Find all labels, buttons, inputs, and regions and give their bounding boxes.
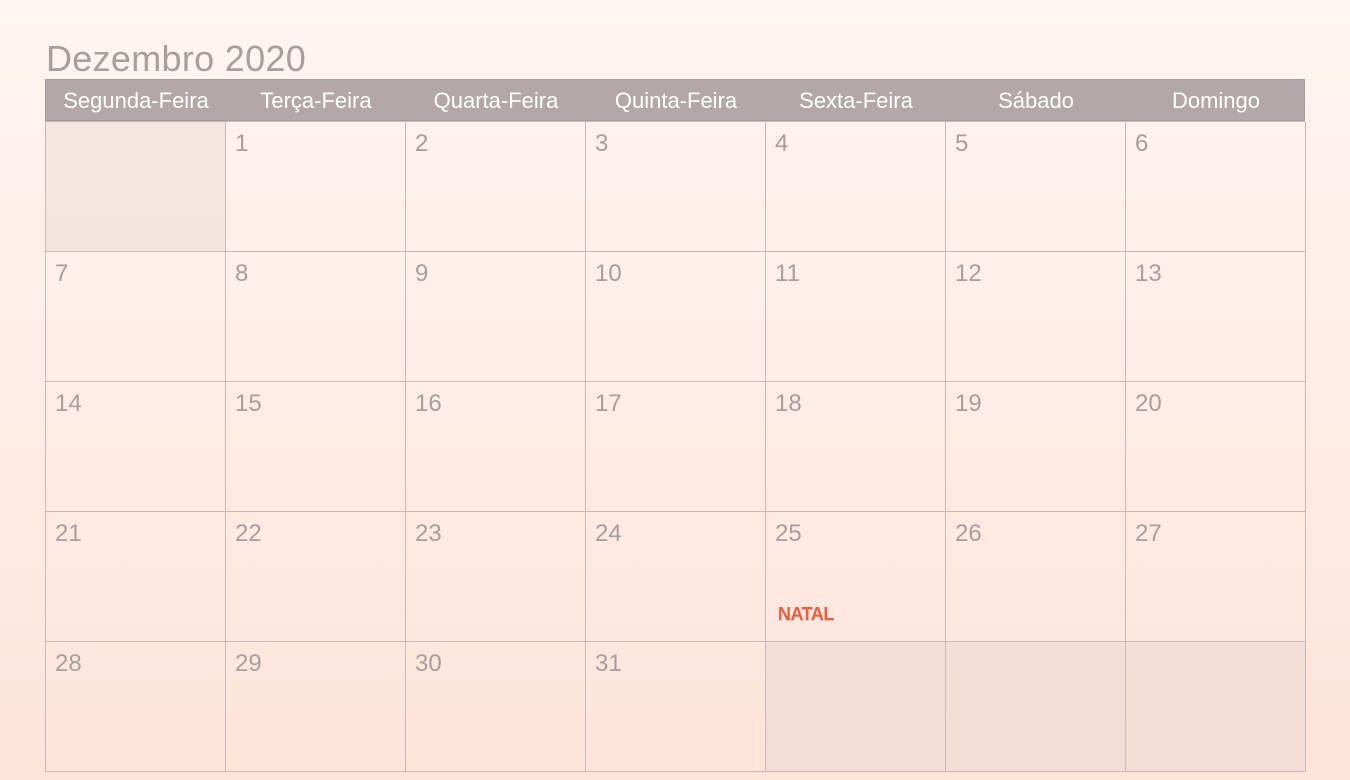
day-number: 31 xyxy=(595,650,622,677)
day-cell[interactable]: 20 xyxy=(1126,382,1306,512)
day-number: 6 xyxy=(1135,130,1149,157)
day-number: 3 xyxy=(595,130,609,157)
day-cell[interactable]: 15 xyxy=(226,382,406,512)
weekday-sunday: Domingo xyxy=(1171,88,1261,113)
day-number: 16 xyxy=(415,390,442,417)
day-number: 1 xyxy=(235,130,249,157)
day-cell[interactable]: 13 xyxy=(1126,252,1306,382)
day-cell[interactable]: 28 xyxy=(46,642,226,772)
day-number: 25 xyxy=(775,520,802,547)
day-number: 14 xyxy=(55,390,82,417)
month-calendar: Segunda-Feira Terça-Feira Quarta-Feira Q… xyxy=(45,79,1306,772)
empty-day-cell xyxy=(766,642,946,772)
day-number: 13 xyxy=(1135,260,1162,287)
day-cell[interactable]: 12 xyxy=(946,252,1126,382)
day-number: 23 xyxy=(415,520,442,547)
day-cell[interactable]: 27 xyxy=(1126,512,1306,642)
day-cell[interactable]: 1 xyxy=(226,122,406,252)
day-number: 17 xyxy=(595,390,622,417)
day-cell[interactable]: 4 xyxy=(766,122,946,252)
empty-day-cell xyxy=(946,642,1126,772)
day-number: 5 xyxy=(955,130,969,157)
empty-day-cell xyxy=(1126,642,1306,772)
day-number: 19 xyxy=(955,390,982,417)
day-cell[interactable]: 18 xyxy=(766,382,946,512)
day-number: 20 xyxy=(1135,390,1162,417)
day-number: 8 xyxy=(235,260,249,287)
weekday-thursday: Quinta-Feira xyxy=(614,88,738,113)
weekday-wednesday: Quarta-Feira xyxy=(433,88,559,113)
day-cell[interactable]: 29 xyxy=(226,642,406,772)
day-cell[interactable]: 9 xyxy=(406,252,586,382)
day-number: 21 xyxy=(55,520,82,547)
day-number: 18 xyxy=(775,390,802,417)
weekday-saturday: Sábado xyxy=(998,88,1074,113)
day-cell[interactable]: 24 xyxy=(586,512,766,642)
day-number: 29 xyxy=(235,650,262,677)
holiday-label: NATAL xyxy=(778,604,834,624)
day-cell[interactable]: 11 xyxy=(766,252,946,382)
day-grid: 1 2 3 4 5 6 7 8 9 10 11 12 13 14 15 16 17 18 19 20 21 22 23 24 2… xyxy=(45,121,1306,772)
day-number: 10 xyxy=(595,260,622,287)
day-cell[interactable]: 23 xyxy=(406,512,586,642)
weekday-friday: Sexta-Feira xyxy=(799,88,913,113)
day-number: 12 xyxy=(955,260,982,287)
day-number: 27 xyxy=(1135,520,1162,547)
empty-day-cell xyxy=(46,122,226,252)
day-cell[interactable]: 2 xyxy=(406,122,586,252)
day-cell[interactable]: 31 xyxy=(586,642,766,772)
day-cell[interactable]: 25 NATAL xyxy=(766,512,946,642)
day-number: 15 xyxy=(235,390,262,417)
day-number: 11 xyxy=(775,260,800,287)
day-number: 30 xyxy=(415,650,442,677)
day-number: 4 xyxy=(775,130,789,157)
day-cell[interactable]: 21 xyxy=(46,512,226,642)
day-number: 26 xyxy=(955,520,982,547)
day-cell[interactable]: 6 xyxy=(1126,122,1306,252)
day-cell[interactable]: 3 xyxy=(586,122,766,252)
day-cell[interactable]: 10 xyxy=(586,252,766,382)
day-number: 7 xyxy=(55,260,69,287)
day-number: 9 xyxy=(415,260,429,287)
day-cell[interactable]: 5 xyxy=(946,122,1126,252)
day-number: 2 xyxy=(415,130,429,157)
weekday-header: Segunda-Feira Terça-Feira Quarta-Feira Q… xyxy=(45,79,1305,121)
day-cell[interactable]: 16 xyxy=(406,382,586,512)
day-cell[interactable]: 19 xyxy=(946,382,1126,512)
day-cell[interactable]: 26 xyxy=(946,512,1126,642)
weekday-tuesday: Terça-Feira xyxy=(260,88,372,113)
day-cell[interactable]: 14 xyxy=(46,382,226,512)
day-cell[interactable]: 17 xyxy=(586,382,766,512)
day-number: 24 xyxy=(595,520,622,547)
day-cell[interactable]: 8 xyxy=(226,252,406,382)
day-cell[interactable]: 7 xyxy=(46,252,226,382)
calendar-title: Dezembro 2020 xyxy=(46,38,307,79)
day-number: 22 xyxy=(235,520,262,547)
day-cell[interactable]: 30 xyxy=(406,642,586,772)
weekday-monday: Segunda-Feira xyxy=(63,88,209,113)
day-number: 28 xyxy=(55,650,82,677)
day-cell[interactable]: 22 xyxy=(226,512,406,642)
